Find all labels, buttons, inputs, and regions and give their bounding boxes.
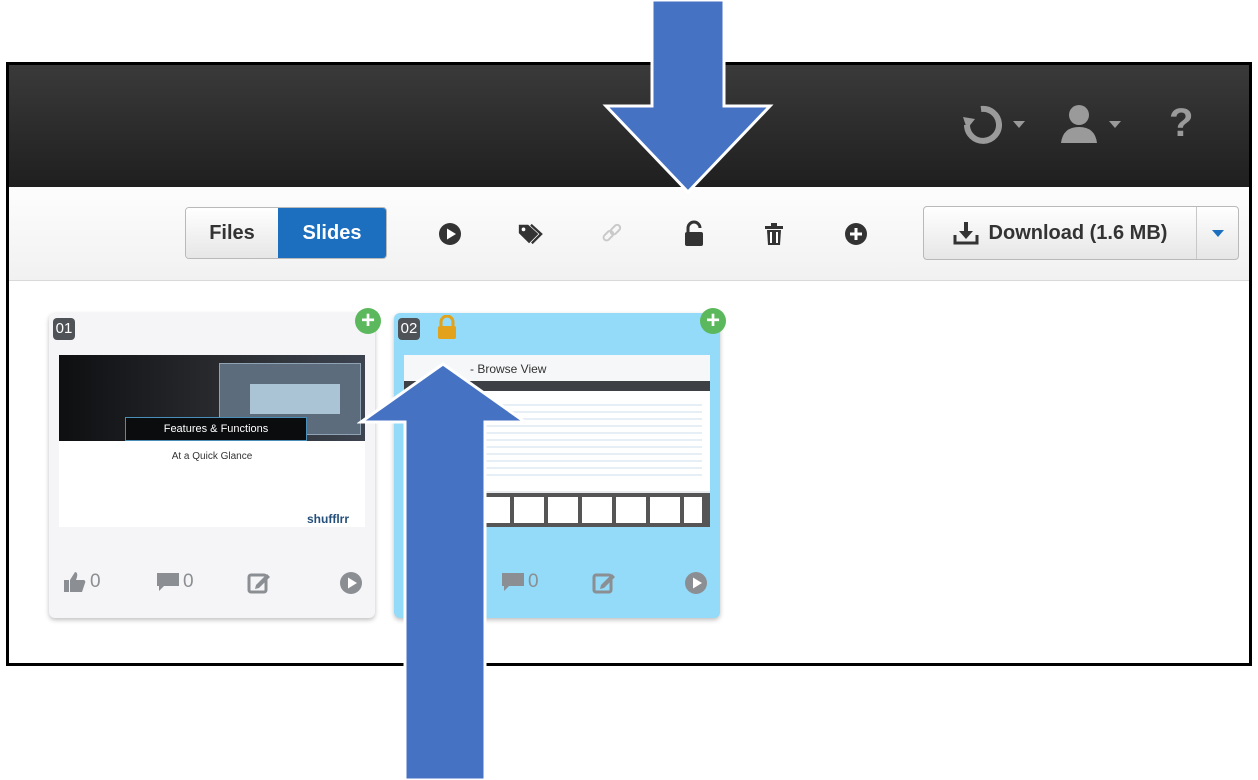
annotation-arrow-up-icon — [357, 362, 530, 780]
tags-button[interactable] — [517, 221, 543, 247]
edit-icon — [247, 573, 270, 594]
edit-button[interactable] — [592, 571, 616, 595]
download-dropdown-toggle[interactable] — [1197, 207, 1238, 259]
play-icon — [685, 572, 707, 594]
add-slide-button[interactable]: + — [700, 308, 726, 334]
comment-button[interactable]: 0 — [156, 571, 194, 593]
like-count: 0 — [90, 571, 101, 592]
thumbnail-subtitle: At a Quick Glance — [171, 451, 253, 462]
slides-tab[interactable]: Slides — [278, 208, 386, 258]
link-icon — [602, 223, 622, 242]
slide-number: 01 — [53, 318, 75, 340]
play-button[interactable] — [437, 221, 463, 247]
download-label: Download (1.6 MB) — [988, 221, 1168, 244]
slide-card[interactable]: 01 + Features & Functions At a Quick Gla… — [49, 308, 381, 618]
trash-icon — [765, 223, 783, 245]
add-slide-button[interactable]: + — [355, 308, 381, 334]
toolbar: Files Slides Download (1.6 MB) — [9, 187, 1249, 281]
edit-button[interactable] — [247, 571, 271, 595]
download-icon — [953, 222, 979, 245]
thumbs-up-icon — [64, 572, 86, 592]
view-toggle: Files Slides — [185, 207, 387, 259]
thumbnail-logo: shufflrr — [307, 512, 349, 526]
unlock-icon — [685, 220, 703, 246]
lock-button[interactable] — [681, 220, 707, 247]
files-tab[interactable]: Files — [186, 208, 278, 258]
play-icon — [439, 223, 461, 245]
slide-thumbnail[interactable]: Features & Functions At a Quick Glance s… — [59, 355, 365, 527]
delete-button[interactable] — [761, 221, 787, 247]
add-button[interactable] — [843, 221, 869, 247]
user-menu[interactable] — [1059, 103, 1129, 154]
user-icon — [1061, 105, 1121, 143]
comment-count: 0 — [183, 571, 194, 592]
download-button[interactable]: Download (1.6 MB) — [924, 207, 1197, 259]
thumbnail-title: Features & Functions — [125, 417, 307, 441]
like-button[interactable]: 0 — [63, 571, 101, 593]
lock-icon — [438, 315, 456, 339]
tags-icon — [518, 223, 543, 245]
caret-down-icon — [1211, 230, 1224, 237]
link-button[interactable] — [599, 221, 625, 247]
annotation-arrow-down-icon — [602, 0, 774, 195]
sync-menu[interactable] — [961, 103, 1031, 154]
help-icon[interactable]: ? — [1169, 101, 1193, 146]
download-split-button: Download (1.6 MB) — [923, 206, 1239, 260]
slides-grid: 01 + Features & Functions At a Quick Gla… — [9, 281, 1249, 663]
edit-icon — [592, 573, 615, 594]
sync-icon — [963, 105, 1025, 144]
comment-icon — [157, 573, 179, 591]
play-slide-button[interactable] — [684, 571, 708, 595]
slide-number: 02 — [398, 318, 420, 340]
plus-circle-icon — [845, 223, 867, 245]
